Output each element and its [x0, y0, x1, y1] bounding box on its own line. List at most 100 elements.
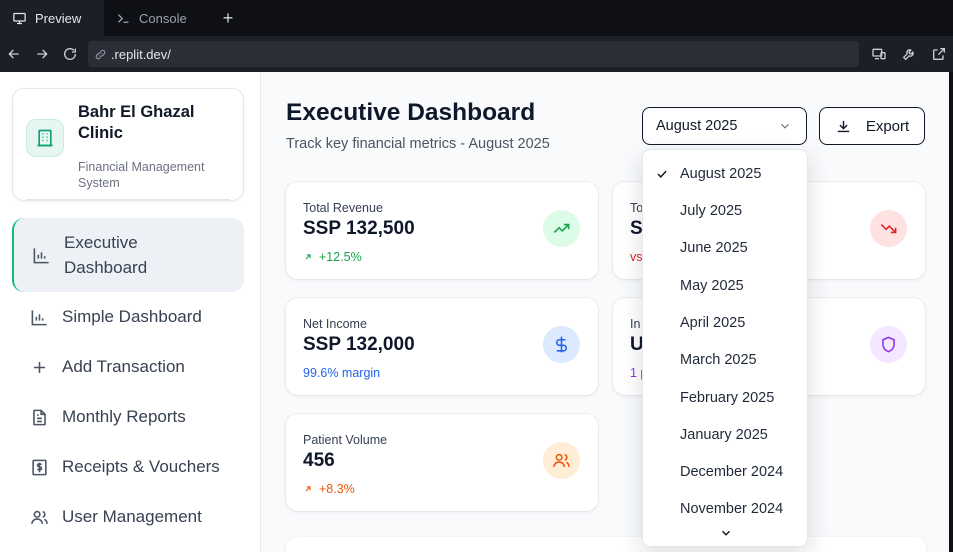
reload-icon [63, 48, 76, 60]
clinic-logo [26, 119, 64, 157]
net-income-card: Net Income SSP 132,000 99.6% margin [286, 298, 598, 395]
sidebar: Bahr El Ghazal Clinic Financial Manageme… [0, 72, 261, 552]
month-option-label: February 2025 [680, 389, 775, 406]
external-link-icon [933, 48, 945, 60]
sidebar-item-label: Monthly Reports [62, 407, 186, 426]
month-select-value: August 2025 [656, 118, 738, 134]
sidebar-item-label: Executive Dashboard [64, 233, 148, 277]
total-revenue-card: Total Revenue SSP 132,500 +12.5% [286, 182, 598, 279]
month-select[interactable]: August 2025 [642, 107, 807, 145]
sidebar-nav: Executive Dashboard Simple Dashboard Add… [12, 218, 244, 542]
trending-down-icon [870, 210, 907, 247]
month-option-label: March 2025 [680, 351, 757, 368]
month-option-label: January 2025 [680, 426, 768, 443]
download-icon [837, 120, 849, 132]
card-label: Net Income [303, 317, 367, 331]
plus-icon [33, 361, 46, 373]
shield-icon [870, 326, 907, 363]
sidebar-item-receipts-vouchers[interactable]: Receipts & Vouchers [12, 442, 244, 492]
month-option[interactable]: March 2025 [643, 341, 807, 378]
url-field[interactable]: .replit.dev/ [87, 41, 859, 67]
chevron-down-icon[interactable] [719, 526, 733, 540]
chevron-down-icon [781, 123, 789, 129]
terminal-icon [118, 13, 129, 23]
card-label: Total Revenue [303, 201, 383, 215]
main-content: Executive Dashboard Track key financial … [262, 72, 949, 552]
browser-tab-bar: Preview Console + [0, 0, 953, 36]
document-icon [33, 409, 46, 425]
card-value: 456 [303, 450, 335, 471]
monitor-icon [13, 12, 26, 24]
month-option[interactable]: November 2024 [643, 490, 807, 527]
month-dropdown: August 2025 July 2025 June 2025 May 2025… [642, 149, 808, 547]
arrow-up-right-icon [305, 486, 311, 492]
arrow-left-icon [8, 49, 19, 59]
check-icon [657, 170, 667, 178]
card-change: +12.5% [303, 250, 362, 264]
brand-card: Bahr El Ghazal Clinic Financial Manageme… [12, 88, 244, 201]
sidebar-item-user-management[interactable]: User Management [12, 492, 244, 542]
export-label: Export [865, 117, 910, 135]
tab-preview-label: Preview [35, 10, 82, 26]
sidebar-item-label: Simple Dashboard [62, 307, 202, 326]
sidebar-item-label: User Management [62, 507, 202, 526]
devtools-button[interactable] [895, 40, 923, 68]
link-icon [95, 49, 106, 59]
new-tab-button[interactable]: + [210, 0, 246, 36]
card-change-value: +8.3% [319, 482, 355, 496]
arrow-up-right-icon [305, 254, 311, 260]
card-value: S [630, 218, 643, 239]
divider [26, 199, 230, 200]
card-change: +8.3% [303, 482, 355, 496]
export-button[interactable]: Export [819, 107, 925, 145]
wrench-icon [902, 49, 914, 61]
month-option[interactable]: December 2024 [643, 453, 807, 490]
brand-name: Bahr El Ghazal Clinic [78, 103, 195, 142]
month-option[interactable]: July 2025 [643, 192, 807, 229]
month-option[interactable]: January 2025 [643, 416, 807, 453]
month-option-label: November 2024 [680, 500, 784, 517]
month-option[interactable]: May 2025 [643, 267, 807, 304]
window-edge [949, 72, 953, 552]
month-option-label: December 2024 [680, 463, 784, 480]
card-label: Patient Volume [303, 433, 388, 447]
devices-button[interactable] [865, 40, 893, 68]
tab-preview[interactable]: Preview [0, 0, 104, 36]
sidebar-item-monthly-reports[interactable]: Monthly Reports [12, 392, 244, 442]
building-icon [37, 129, 53, 147]
bar-chart-icon [33, 247, 49, 263]
month-option[interactable]: June 2025 [643, 229, 807, 266]
sidebar-item-label: Add Transaction [62, 357, 185, 376]
back-button[interactable] [0, 40, 28, 68]
sidebar-item-simple-dashboard[interactable]: Simple Dashboard [12, 292, 244, 342]
month-option[interactable]: February 2025 [643, 379, 807, 416]
dollar-icon [543, 326, 580, 363]
sidebar-item-add-transaction[interactable]: Add Transaction [12, 342, 244, 392]
card-note: 99.6% margin [303, 366, 381, 380]
card-value: SSP 132,000 [303, 334, 415, 355]
month-option[interactable]: April 2025 [643, 304, 807, 341]
month-option-label: June 2025 [680, 239, 748, 256]
bar-chart-icon [31, 309, 47, 325]
month-option-selected[interactable]: August 2025 [643, 155, 807, 192]
devices-icon [872, 48, 886, 60]
tab-console-label: Console [139, 10, 187, 26]
month-option-label: April 2025 [680, 314, 746, 331]
tab-console[interactable]: Console [104, 0, 210, 36]
sidebar-item-executive-dashboard[interactable]: Executive Dashboard [12, 218, 244, 292]
open-new-window-button[interactable] [925, 40, 953, 68]
month-option-label: July 2025 [680, 202, 743, 219]
brand-subtitle: Financial Management System [78, 160, 205, 190]
card-label: In [630, 317, 641, 331]
trending-up-icon [543, 210, 580, 247]
chart-panel [286, 537, 926, 552]
card-value: SSP 132,500 [303, 218, 415, 239]
forward-button[interactable] [28, 40, 56, 68]
page-title: Executive Dashboard [286, 99, 536, 126]
patient-volume-card: Patient Volume 456 +8.3% [286, 414, 598, 511]
month-option-label: May 2025 [680, 277, 744, 294]
sidebar-item-label: Receipts & Vouchers [62, 457, 220, 476]
reload-button[interactable] [56, 40, 84, 68]
browser-url-bar: .replit.dev/ [0, 36, 953, 72]
page-subtitle: Track key financial metrics - August 202… [286, 136, 550, 152]
